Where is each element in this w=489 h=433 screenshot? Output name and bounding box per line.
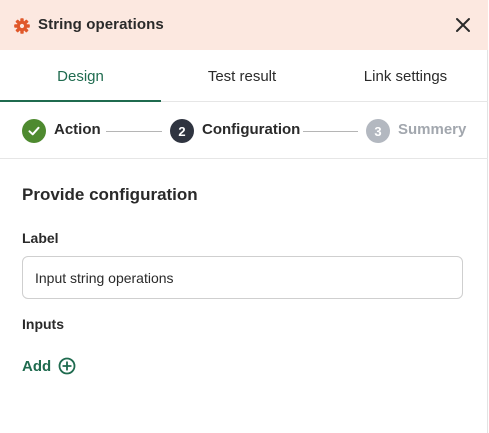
inputs-label: Inputs — [22, 316, 64, 332]
step-connector — [106, 131, 162, 132]
add-input-button[interactable]: Add — [22, 355, 76, 377]
step-3-number: 3 — [366, 119, 390, 143]
panel-header: String operations — [0, 0, 488, 50]
step-2-label: Configuration — [202, 121, 301, 138]
section-title: Provide configuration — [22, 185, 198, 204]
plus-circle-icon — [58, 357, 76, 375]
stepper: Action 2 Configuration 3 Summery — [0, 102, 488, 159]
label-input[interactable] — [22, 256, 463, 299]
step-connector — [303, 131, 358, 132]
close-icon[interactable] — [451, 13, 475, 37]
string-operations-panel: String operations Design Test result Lin… — [0, 0, 488, 433]
tab-design[interactable]: Design — [0, 50, 161, 102]
add-button-label: Add — [22, 357, 52, 375]
step-1-check-icon — [22, 119, 46, 143]
tab-link-settings[interactable]: Link settings — [323, 50, 488, 102]
step-2-number: 2 — [170, 119, 194, 143]
gear-icon — [13, 17, 31, 35]
panel-title: String operations — [38, 16, 164, 33]
step-1-label: Action — [54, 121, 101, 138]
tab-bar: Design Test result Link settings — [0, 50, 488, 102]
step-3-label: Summery — [398, 121, 467, 138]
label-field-label: Label — [22, 230, 59, 246]
tab-test-result[interactable]: Test result — [161, 50, 323, 102]
